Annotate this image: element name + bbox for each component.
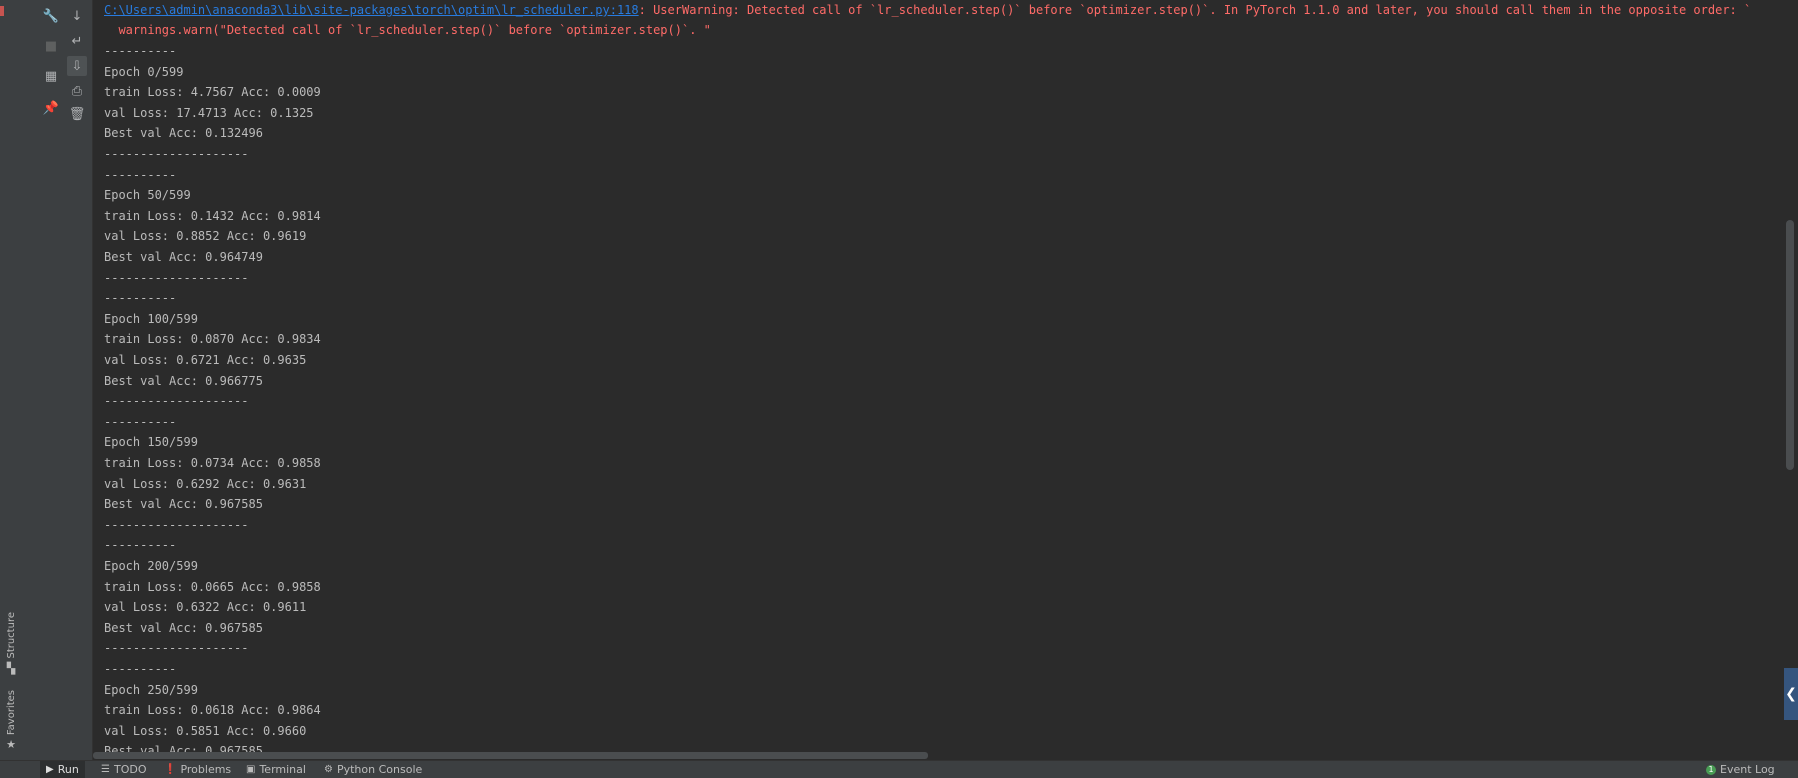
run-toolbar: 🔧 ↓ ■ ↵ ▦ ⇩ ⎙ 📌 🗑 — [22, 0, 93, 760]
console-log-line: train Loss: 0.0734 Acc: 0.9858 — [104, 456, 321, 470]
console-log-line: train Loss: 0.0665 Acc: 0.9858 — [104, 579, 321, 594]
layout-icon[interactable]: ▦ — [41, 66, 61, 86]
warning-message: : UserWarning: Detected call of `lr_sche… — [638, 3, 1752, 17]
console-log-line: -------------------- — [104, 270, 249, 285]
console-log-line: ---------- — [104, 291, 177, 306]
event-log[interactable]: 1 Event Log — [1700, 761, 1781, 778]
warning-file-link[interactable]: C:\Users\admin\anaconda3\lib\site-packag… — [104, 3, 639, 17]
star-icon: ★ — [6, 738, 16, 752]
console-log-line: ---------- — [104, 414, 177, 429]
tab-todo[interactable]: ☰ TODO — [95, 761, 152, 778]
console-log-line: Best val Acc: 0.966775 — [104, 373, 263, 388]
stop-icon[interactable]: ■ — [41, 36, 61, 56]
console-log-line: Epoch 0/599 — [104, 64, 184, 79]
scroll-to-end-icon[interactable]: ⇩ — [67, 56, 87, 76]
bottom-tool-window-bar: ▶ Run ☰ TODO ❗ Problems ▣ Terminal ⚙ Pyt… — [0, 760, 1798, 778]
wrench-icon[interactable]: 🔧 — [41, 6, 61, 26]
console-log-line: -------------------- — [104, 517, 249, 532]
trash-icon[interactable]: 🗑 — [67, 104, 87, 124]
console-log-line: val Loss: 17.4713 Acc: 0.1325 — [104, 105, 314, 120]
console-log-line: -------------------- — [104, 641, 249, 656]
console-log-line: ---------- — [104, 167, 177, 182]
console-log-line: -------------------- — [104, 147, 249, 161]
event-log-badge: 1 — [1706, 764, 1716, 775]
tab-problems[interactable]: ❗ Problems — [158, 761, 237, 778]
console-log-line: ---------- — [104, 538, 177, 553]
favorites-tab-label: Favorites — [5, 690, 17, 736]
console-log-line: train Loss: 0.1432 Acc: 0.9814 — [104, 208, 321, 223]
structure-icon: ▚ — [6, 661, 16, 675]
warning-line-1: C:\Users\admin\anaconda3\lib\site-packag… — [104, 0, 1751, 20]
favorites-tab[interactable]: Favorites ★ — [2, 690, 20, 751]
horizontal-scrollbar-thumb[interactable] — [93, 752, 928, 759]
console-log-line: Best val Acc: 0.967585 — [104, 497, 263, 512]
tab-todo-label: TODO — [113, 763, 147, 776]
run-icon: ▶ — [46, 764, 54, 775]
warning-line-2: warnings.warn("Detected call of `lr_sche… — [104, 23, 711, 37]
soft-wrap-icon[interactable]: ↵ — [67, 31, 87, 51]
collapse-panel-chevron-icon[interactable]: ❮ — [1784, 668, 1798, 720]
console-log-line: val Loss: 0.6292 Acc: 0.9631 — [104, 476, 307, 491]
event-log-label: Event Log — [1720, 763, 1775, 776]
console-log-line: ---------- — [104, 44, 177, 58]
structure-tab[interactable]: Structure ▚ — [2, 612, 20, 675]
console-log-line: Best val Acc: 0.132496 — [104, 126, 263, 141]
console-log-line: Epoch 150/599 — [104, 435, 198, 450]
console-log-line: val Loss: 0.5851 Acc: 0.9660 — [104, 723, 307, 738]
console-log-line: -------------------- — [104, 394, 249, 409]
console-log-line: Epoch 50/599 — [104, 188, 191, 203]
error-marker — [0, 6, 4, 16]
todo-icon: ☰ — [101, 764, 110, 775]
tab-terminal[interactable]: ▣ Terminal — [240, 761, 312, 778]
console-log-line: train Loss: 4.7567 Acc: 0.0009 — [104, 85, 321, 100]
console-log-line: Best val Acc: 0.967585 — [104, 744, 263, 752]
pin-icon[interactable]: 📌 — [41, 98, 61, 118]
tab-problems-label: Problems — [180, 763, 232, 776]
console-log-line: val Loss: 0.8852 Acc: 0.9619 — [104, 229, 307, 244]
down-arrow-icon[interactable]: ↓ — [67, 6, 87, 26]
tab-python-console[interactable]: ⚙ Python Console — [318, 761, 428, 778]
console-log-line: val Loss: 0.6322 Acc: 0.9611 — [104, 600, 307, 615]
console-log-line: Epoch 250/599 — [104, 682, 198, 697]
python-icon: ⚙ — [324, 764, 333, 775]
print-icon[interactable]: ⎙ — [67, 81, 87, 101]
console-log-line: train Loss: 0.0618 Acc: 0.9864 — [104, 703, 321, 718]
problems-icon: ❗ — [164, 764, 177, 775]
run-console-output[interactable]: C:\Users\admin\anaconda3\lib\site-packag… — [93, 0, 1783, 752]
structure-tab-label: Structure — [5, 612, 17, 659]
console-log-line: train Loss: 0.0870 Acc: 0.9834 — [104, 332, 321, 347]
console-log-line: Epoch 100/599 — [104, 311, 198, 326]
left-tool-window-bar: Structure ▚ Favorites ★ — [0, 0, 23, 760]
tab-run-label: Run — [57, 763, 79, 776]
console-log-line: Best val Acc: 0.967585 — [104, 620, 263, 635]
terminal-icon: ▣ — [246, 764, 256, 775]
console-log-line: Best val Acc: 0.964749 — [104, 250, 263, 264]
vertical-scrollbar-thumb[interactable] — [1786, 220, 1794, 470]
tab-run[interactable]: ▶ Run — [40, 761, 85, 778]
console-log-line: Epoch 200/599 — [104, 559, 198, 573]
tab-python-console-label: Python Console — [336, 763, 423, 776]
tab-terminal-label: Terminal — [259, 763, 306, 776]
console-log-line: val Loss: 0.6721 Acc: 0.9635 — [104, 353, 307, 367]
console-log-line: ---------- — [104, 662, 177, 676]
